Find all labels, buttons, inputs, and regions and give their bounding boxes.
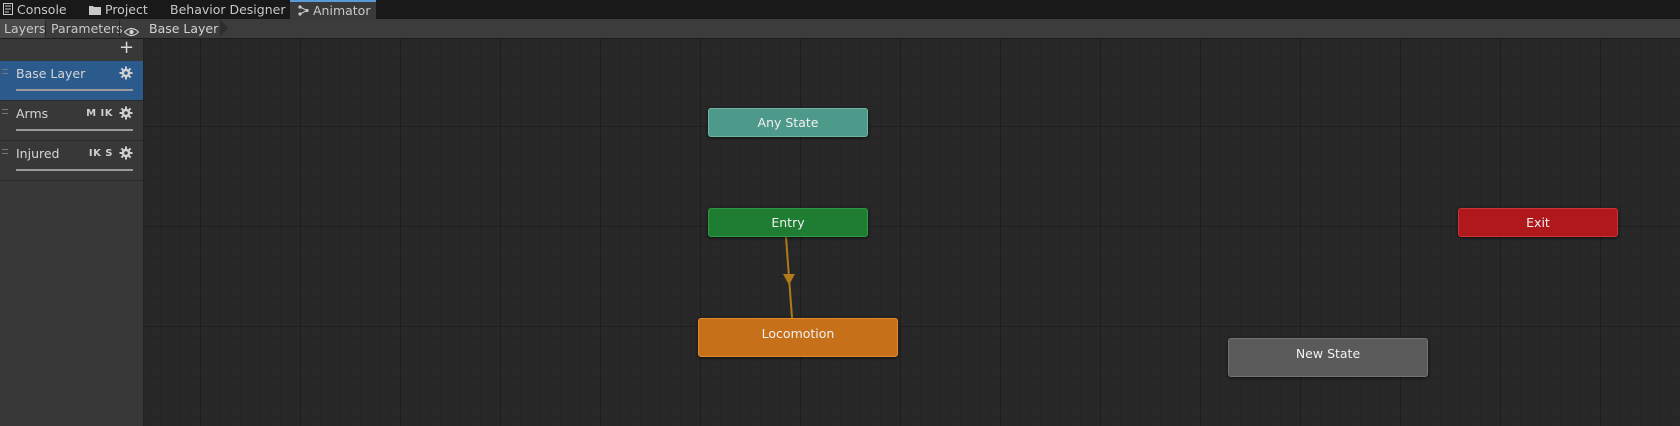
plus-icon: +: [119, 37, 135, 58]
state-node-exit[interactable]: Exit: [1458, 208, 1618, 237]
state-label: Any State: [757, 115, 819, 130]
tab-animator[interactable]: Animator: [290, 0, 377, 20]
tab-project[interactable]: Project: [89, 0, 148, 19]
state-machine-graph[interactable]: Any State Entry Locomotion Exit New Stat…: [144, 39, 1680, 426]
layer-flags: IK S: [88, 148, 113, 159]
animator-toolbar: Layers Parameters Base Layer: [0, 19, 1680, 39]
visibility-toggle-button[interactable]: [121, 19, 143, 38]
layer-name: Base Layer: [16, 66, 86, 81]
state-node-new-state[interactable]: New State: [1228, 338, 1428, 377]
layer-flags: M IK: [86, 108, 113, 119]
state-label: Exit: [1526, 215, 1550, 230]
breadcrumb-arrow-icon: [220, 19, 228, 37]
animator-icon: [298, 3, 309, 20]
breadcrumb-base-layer[interactable]: Base Layer: [143, 19, 227, 38]
state-node-any-state[interactable]: Any State: [708, 108, 868, 137]
gear-icon[interactable]: [119, 66, 133, 80]
layers-tab-button[interactable]: Layers: [0, 19, 45, 38]
window-tab-strip: Console Project Behavior Designer Animat…: [0, 0, 1680, 20]
layer-weight-slider[interactable]: [16, 169, 133, 171]
transition-arrow-icon: [783, 274, 795, 285]
layer-item-arms[interactable]: Arms M IK: [0, 101, 143, 141]
layer-weight-slider[interactable]: [16, 129, 133, 131]
layers-panel: + Base Layer Arms M IK Injured IK S: [0, 39, 144, 426]
tab-project-label: Project: [105, 2, 148, 17]
gear-icon[interactable]: [119, 106, 133, 120]
state-label: Entry: [771, 215, 805, 230]
console-icon: [3, 1, 13, 20]
state-label: New State: [1295, 346, 1361, 361]
layer-name: Injured: [16, 146, 60, 161]
layer-item-injured[interactable]: Injured IK S: [0, 141, 143, 181]
folder-icon: [89, 1, 101, 20]
tab-console-label: Console: [17, 2, 67, 17]
drag-handle-icon[interactable]: [2, 69, 8, 74]
state-node-locomotion[interactable]: Locomotion: [698, 318, 898, 357]
parameters-tab-button[interactable]: Parameters: [47, 19, 123, 38]
tab-console[interactable]: Console: [3, 0, 67, 19]
layer-name: Arms: [16, 106, 49, 121]
tab-behavior-designer-label: Behavior Designer: [170, 2, 286, 17]
toolbar-divider: [119, 21, 120, 36]
transition-entry-to-locomotion[interactable]: [144, 39, 1680, 426]
gear-icon[interactable]: [119, 146, 133, 160]
layer-weight-slider[interactable]: [16, 89, 133, 91]
tab-behavior-designer[interactable]: Behavior Designer: [170, 0, 285, 19]
toolbar-divider: [45, 21, 46, 36]
tab-animator-label: Animator: [313, 3, 371, 18]
add-layer-button[interactable]: +: [119, 39, 134, 57]
drag-handle-icon[interactable]: [2, 149, 8, 154]
drag-handle-icon[interactable]: [2, 109, 8, 114]
state-node-entry[interactable]: Entry: [708, 208, 868, 237]
layer-item-base-layer[interactable]: Base Layer: [0, 61, 143, 101]
state-label: Locomotion: [761, 326, 835, 341]
